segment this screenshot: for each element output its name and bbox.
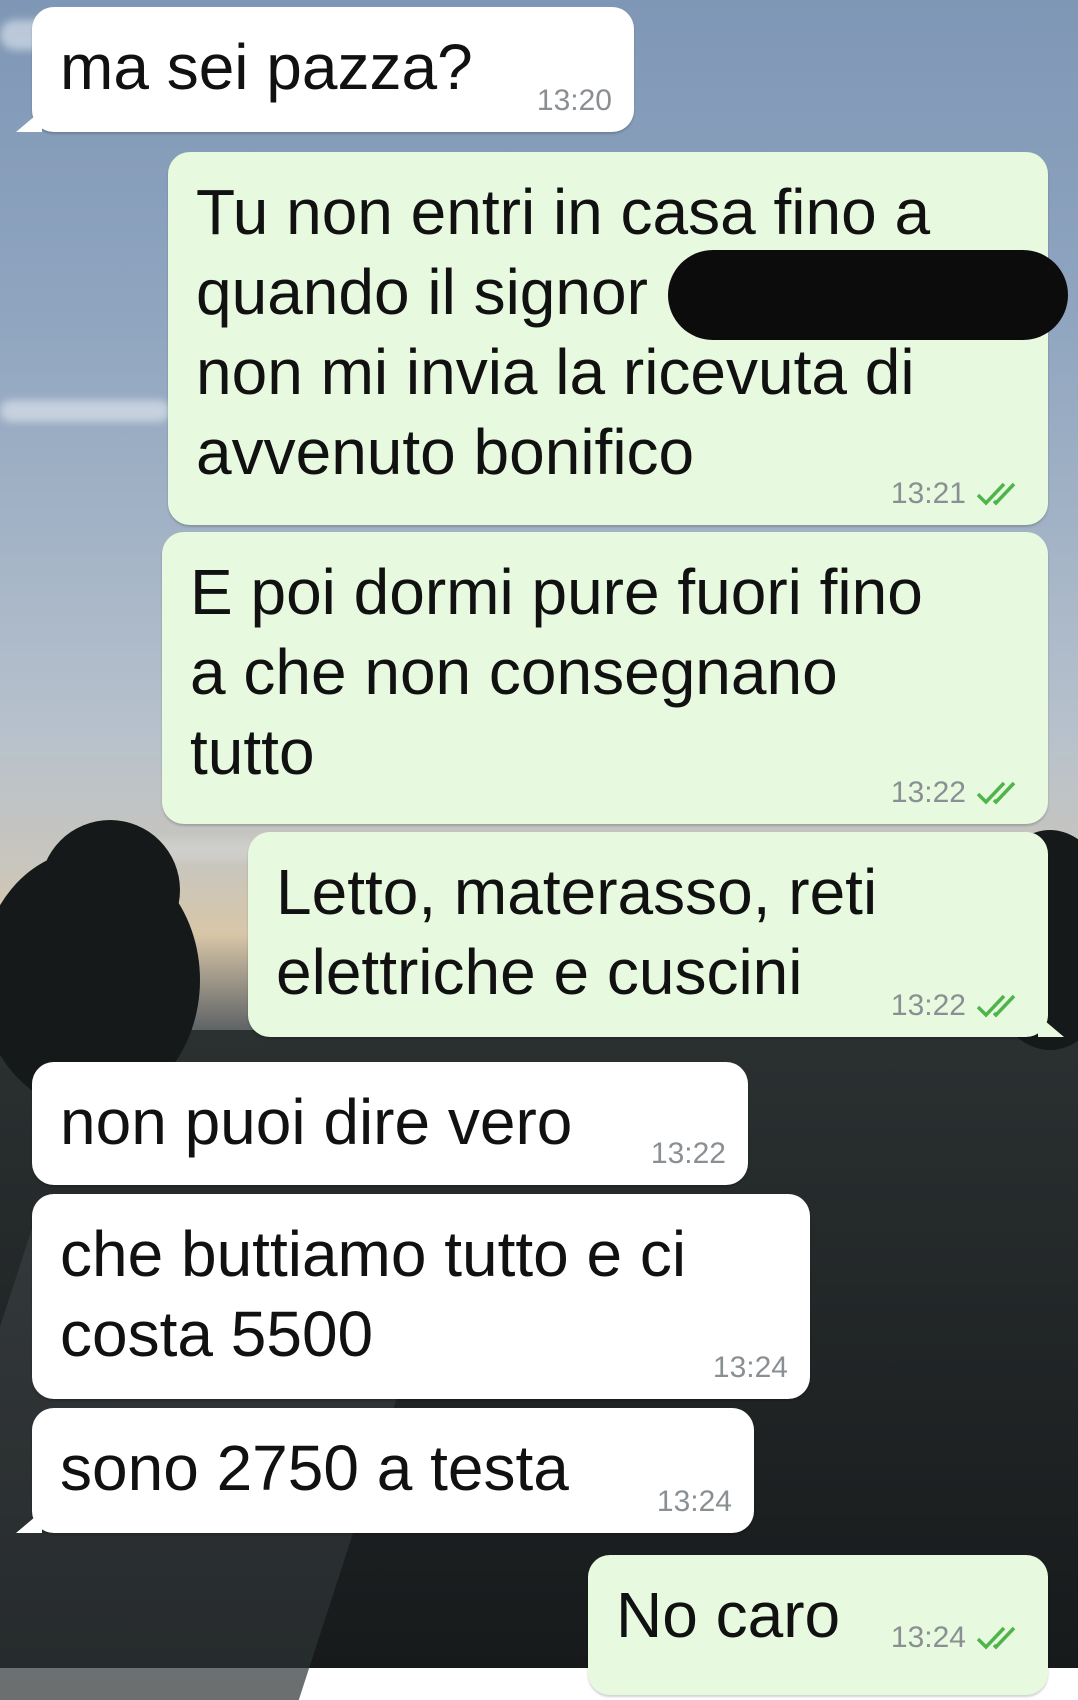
message-bubble-outgoing[interactable]: No caro 13:24 bbox=[588, 1555, 1048, 1695]
message-bubble-outgoing[interactable]: E poi dormi pure fuori fino a che non co… bbox=[162, 532, 1048, 824]
message-time: 13:24 bbox=[712, 1351, 788, 1384]
message-bubble-outgoing[interactable]: Letto, materasso, reti elettriche e cusc… bbox=[248, 832, 1064, 1037]
message-time: 13:24 bbox=[656, 1485, 732, 1518]
message-bubble-incoming[interactable]: ma sei pazza? 13:20 bbox=[16, 7, 634, 132]
message-time: 13:21 bbox=[890, 477, 966, 510]
message-time: 13:22 bbox=[650, 1137, 726, 1170]
message-time: 13:22 bbox=[890, 776, 966, 809]
message-bubble-incoming[interactable]: sono 2750 a testa 13:24 bbox=[16, 1408, 754, 1533]
message-bubble-incoming[interactable]: non puoi dire vero 13:22 bbox=[32, 1062, 748, 1185]
message-text: Letto, materasso, reti elettriche e cusc… bbox=[276, 856, 878, 1008]
message-bubble-incoming[interactable]: che buttiamo tutto e ci costa 5500 13:24 bbox=[32, 1194, 810, 1399]
message-bubble-outgoing[interactable]: Tu non entri in casa fino a quando il si… bbox=[168, 152, 1068, 525]
double-check-icon bbox=[976, 780, 1026, 806]
redaction-mark bbox=[668, 250, 1068, 340]
message-text: ma sei pazza? bbox=[60, 31, 473, 103]
double-check-icon bbox=[976, 481, 1026, 507]
message-text: non puoi dire vero bbox=[60, 1086, 573, 1158]
message-time: 13:22 bbox=[890, 989, 966, 1022]
message-text: sono 2750 a testa bbox=[60, 1432, 569, 1504]
double-check-icon bbox=[976, 1625, 1026, 1651]
message-time: 13:20 bbox=[536, 84, 612, 117]
double-check-icon bbox=[976, 993, 1026, 1019]
message-text: che buttiamo tutto e ci costa 5500 bbox=[60, 1218, 687, 1370]
message-time: 13:24 bbox=[890, 1621, 966, 1654]
message-text: E poi dormi pure fuori fino a che non co… bbox=[190, 556, 923, 788]
